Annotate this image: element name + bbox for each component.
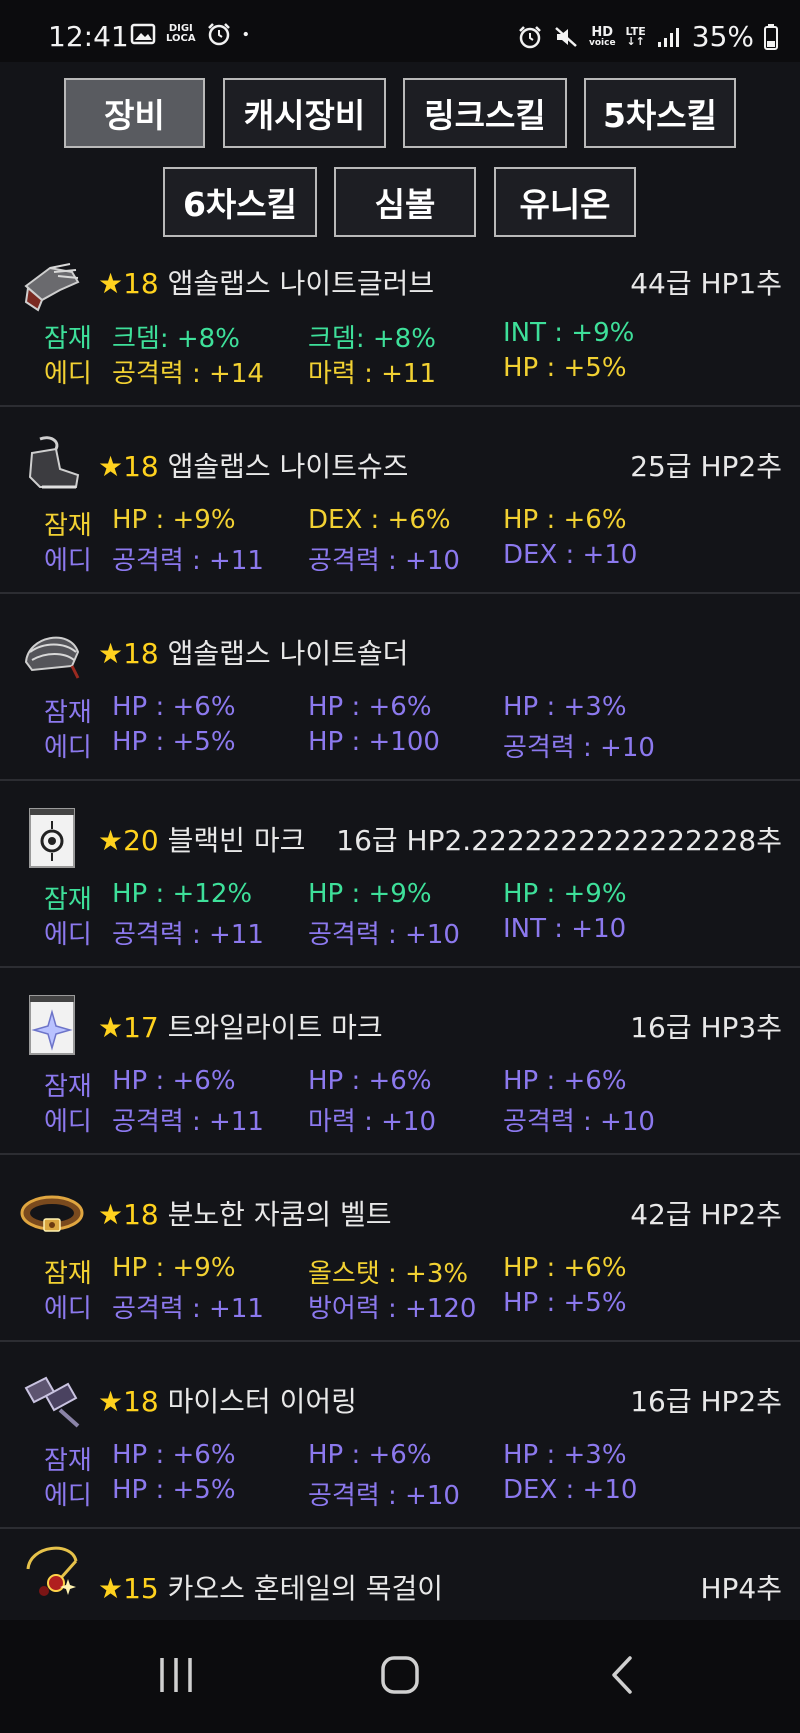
twilight-mark-icon bbox=[29, 995, 75, 1055]
tab-symbol[interactable]: 심볼 bbox=[334, 167, 476, 237]
dot-icon bbox=[243, 31, 248, 37]
item-name: ★15 카오스 혼테일의 목걸이 bbox=[98, 1572, 444, 1605]
star-force: ★18 bbox=[98, 1385, 159, 1418]
additional-potential-row: 에디 공격력 : +14 마력 : +11 HP : +5% bbox=[44, 353, 627, 389]
item-grade: 16급 HP2.2222222222222228추 bbox=[336, 824, 782, 857]
tab-5th-skill[interactable]: 5차스킬 bbox=[584, 78, 736, 148]
status-left-icons: DIGI LOCA bbox=[130, 22, 256, 46]
tab-label: 링크스킬 bbox=[424, 96, 546, 135]
belt-icon bbox=[20, 1195, 84, 1232]
item-name: ★18 분노한 자쿰의 벨트 bbox=[98, 1198, 392, 1231]
additional-potential-row: 에디 공격력 : +11 마력 : +10 공격력 : +10 bbox=[44, 1107, 655, 1137]
additional-potential-row: 에디 공격력 : +11 공격력 : +10 DEX : +10 bbox=[44, 540, 638, 576]
earring-icon bbox=[24, 1376, 80, 1428]
shoes-icon bbox=[28, 436, 80, 489]
tab-label: 5차스킬 bbox=[602, 96, 718, 135]
star-force: ★15 bbox=[98, 1572, 159, 1605]
item-grade: 42급 HP2추 bbox=[630, 1198, 782, 1231]
tab-cash-equipment[interactable]: 캐시장비 bbox=[223, 78, 386, 148]
tab-label: 캐시장비 bbox=[243, 96, 366, 135]
equipment-item[interactable]: ★18 앱솔랩스 나이트글러브 44급 HP1추 잠재 크뎀: +8% 크뎀: … bbox=[0, 252, 800, 407]
star-force: ★20 bbox=[98, 824, 159, 857]
recent-apps-icon[interactable] bbox=[146, 1650, 206, 1700]
battery-icon bbox=[764, 23, 778, 50]
star-force: ★18 bbox=[98, 637, 159, 670]
potential-row: 잠재 HP : +9% 올스탯 : +3% HP : +6% bbox=[44, 1253, 627, 1289]
potential-row: 잠재 HP : +6% HP : +6% HP : +3% bbox=[44, 692, 627, 728]
item-grade: 44급 HP1추 bbox=[630, 267, 782, 300]
additional-potential-row: 에디 HP : +5% HP : +100 공격력 : +10 bbox=[44, 727, 655, 763]
equipment-item[interactable]: ★17 트와일라이트 마크 16급 HP3추 잠재 HP : +6% HP : … bbox=[0, 970, 800, 1155]
equipment-item[interactable]: ★18 앱솔랩스 나이트슈즈 25급 HP2추 잠재 HP : +9% DEX … bbox=[0, 409, 800, 594]
equipment-item[interactable]: ★18 앱솔랩스 나이트숄더 잠재 HP : +6% HP : +6% HP :… bbox=[0, 596, 800, 781]
status-right-icons: HD voice LTE ↓↑ 35% bbox=[517, 20, 778, 53]
hd-voice-icon: HD voice bbox=[588, 24, 616, 48]
back-icon[interactable] bbox=[594, 1650, 654, 1700]
additional-potential-row: 에디 HP : +5% 공격력 : +10 DEX : +10 bbox=[44, 1475, 638, 1511]
potential-row: 잠재 HP : +6% HP : +6% HP : +3% bbox=[44, 1440, 627, 1476]
system-nav-bar bbox=[0, 1620, 800, 1733]
equipment-item[interactable]: ★15 카오스 혼테일의 목걸이 HP4추 bbox=[0, 1531, 800, 1620]
tab-label: 유니온 bbox=[519, 185, 611, 224]
battery-percent: 35% bbox=[691, 20, 754, 53]
status-time: 12:41 bbox=[48, 20, 129, 53]
status-bar: 12:41 DIGI LOCA HD voice LTE ↓↑ 35% bbox=[0, 0, 800, 62]
potential-row: 잠재 HP : +6% HP : +6% HP : +6% bbox=[44, 1066, 627, 1102]
alarm-icon bbox=[207, 23, 230, 46]
tab-label: 6차스킬 bbox=[182, 185, 298, 224]
image-icon bbox=[130, 23, 156, 45]
shoulder-icon bbox=[24, 636, 80, 679]
lte-icon: LTE ↓↑ bbox=[625, 24, 646, 48]
item-name: ★17 트와일라이트 마크 bbox=[98, 1011, 383, 1044]
potential-row: 잠재 HP : +9% DEX : +6% HP : +6% bbox=[44, 505, 627, 541]
item-name: ★18 앱솔랩스 나이트슈즈 bbox=[98, 450, 409, 483]
tab-union[interactable]: 유니온 bbox=[494, 167, 636, 237]
item-grade: HP4추 bbox=[700, 1572, 782, 1605]
tab-equipment[interactable]: 장비 bbox=[64, 78, 205, 148]
glove-icon bbox=[24, 263, 80, 312]
item-name: ★20 블랙빈 마크 bbox=[98, 824, 306, 857]
item-name: ★18 마이스터 이어링 bbox=[98, 1385, 357, 1418]
item-grade: 16급 HP3추 bbox=[630, 1011, 782, 1044]
potential-row: 잠재 크뎀: +8% 크뎀: +8% INT : +9% bbox=[44, 318, 635, 354]
tab-6th-skill[interactable]: 6차스킬 bbox=[163, 167, 317, 237]
mute-icon bbox=[555, 26, 577, 47]
potential-row: 잠재 HP : +12% HP : +9% HP : +9% bbox=[44, 879, 627, 915]
item-name: ★18 앱솔랩스 나이트숄더 bbox=[98, 637, 409, 670]
necklace-icon bbox=[26, 1546, 78, 1596]
equipment-item[interactable]: ★18 분노한 자쿰의 벨트 42급 HP2추 잠재 HP : +9% 올스탯 … bbox=[0, 1157, 800, 1342]
item-name: ★18 앱솔랩스 나이트글러브 bbox=[98, 267, 435, 300]
equipment-item[interactable]: ★18 마이스터 이어링 16급 HP2추 잠재 HP : +6% HP : +… bbox=[0, 1344, 800, 1529]
equipment-item[interactable]: ★20 블랙빈 마크 16급 HP2.2222222222222228추 잠재 … bbox=[0, 783, 800, 968]
star-force: ★18 bbox=[98, 450, 159, 483]
star-force: ★18 bbox=[98, 267, 159, 300]
star-force: ★18 bbox=[98, 1198, 159, 1231]
tab-link-skill[interactable]: 링크스킬 bbox=[403, 78, 567, 148]
digi-loca-icon: DIGI LOCA bbox=[166, 23, 196, 44]
tab-label: 장비 bbox=[104, 96, 165, 135]
equipment-tabs: 장비 캐시장비 링크스킬 5차스킬 6차스킬 심볼 유니온 bbox=[0, 62, 800, 242]
signal-icon bbox=[657, 27, 679, 47]
item-grade: 25급 HP2추 bbox=[630, 450, 782, 483]
emblem-icon bbox=[29, 808, 75, 868]
item-grade: 16급 HP2추 bbox=[630, 1385, 782, 1418]
star-force: ★17 bbox=[98, 1011, 159, 1044]
alarm-icon bbox=[519, 25, 541, 48]
additional-potential-row: 에디 공격력 : +11 공격력 : +10 INT : +10 bbox=[44, 914, 627, 950]
additional-potential-row: 에디 공격력 : +11 방어력 : +120 HP : +5% bbox=[44, 1288, 627, 1324]
tab-label: 심볼 bbox=[374, 185, 436, 224]
home-icon[interactable] bbox=[370, 1650, 430, 1700]
